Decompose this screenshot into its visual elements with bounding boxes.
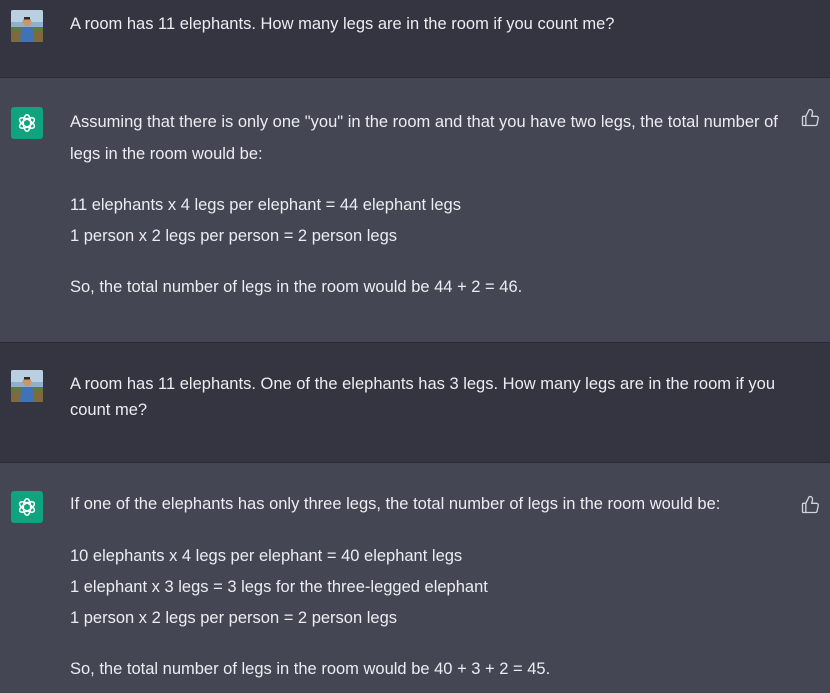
assistant-message-text: If one of the elephants has only three l…: [70, 491, 790, 682]
calculation-line: 11 elephants x 4 legs per elephant = 44 …: [70, 196, 461, 214]
calculation-line: 1 elephant x 3 legs = 3 legs for the thr…: [70, 578, 488, 596]
thumbs-up-icon: [801, 108, 819, 127]
calculation-line: 1 person x 2 legs per person = 2 person …: [70, 609, 397, 627]
assistant-conclusion: So, the total number of legs in the room…: [70, 660, 551, 678]
thumbs-up-button[interactable]: [799, 107, 821, 129]
assistant-message: Assuming that there is only one "you" in…: [0, 78, 830, 343]
assistant-conclusion: So, the total number of legs in the room…: [70, 278, 523, 296]
user-message-text: A room has 11 elephants. How many legs a…: [70, 15, 615, 33]
openai-logo-icon: [18, 114, 36, 132]
assistant-avatar: [11, 491, 43, 523]
user-message: A room has 11 elephants. One of the elep…: [0, 343, 830, 463]
calculation-list: 11 elephants x 4 legs per elephant = 44 …: [70, 190, 790, 252]
thumbs-up-icon: [801, 495, 819, 514]
assistant-message-text: Assuming that there is only one "you" in…: [70, 106, 790, 300]
calculation-line: 1 person x 2 legs per person = 2 person …: [70, 227, 397, 245]
thumbs-up-button[interactable]: [799, 494, 821, 516]
assistant-message: If one of the elephants has only three l…: [0, 463, 830, 693]
user-photo-icon: [11, 370, 43, 402]
user-message-text: A room has 11 elephants. One of the elep…: [70, 375, 776, 419]
assistant-avatar: [11, 107, 43, 139]
user-message: A room has 11 elephants. How many legs a…: [0, 0, 830, 78]
assistant-intro: If one of the elephants has only three l…: [70, 495, 721, 513]
calculation-list: 10 elephants x 4 legs per elephant = 40 …: [70, 541, 790, 634]
assistant-intro: Assuming that there is only one "you" in…: [70, 113, 778, 163]
openai-logo-icon: [18, 498, 36, 516]
user-avatar: [11, 370, 43, 402]
user-avatar: [11, 10, 43, 42]
calculation-line: 10 elephants x 4 legs per elephant = 40 …: [70, 547, 463, 565]
user-photo-icon: [11, 10, 43, 42]
